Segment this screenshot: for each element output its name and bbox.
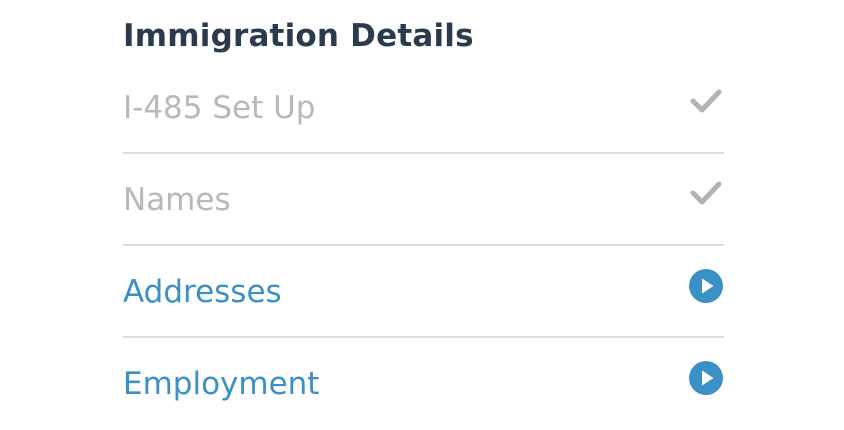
step-employment[interactable]: Employment xyxy=(123,338,724,430)
step-label: Employment xyxy=(123,366,320,402)
checkmark-icon xyxy=(690,181,722,205)
step-label: I-485 Set Up xyxy=(123,90,316,126)
step-label: Addresses xyxy=(123,274,282,310)
step-addresses[interactable]: Addresses xyxy=(123,246,724,338)
play-circle-icon xyxy=(689,269,723,303)
step-list: I-485 Set Up Names Addresses Employment xyxy=(123,62,724,430)
checkmark-icon xyxy=(690,89,722,113)
step-names[interactable]: Names xyxy=(123,154,724,246)
section-title: Immigration Details xyxy=(123,18,474,54)
play-circle-icon xyxy=(689,361,723,395)
step-i485-set-up[interactable]: I-485 Set Up xyxy=(123,62,724,154)
step-label: Names xyxy=(123,182,231,218)
